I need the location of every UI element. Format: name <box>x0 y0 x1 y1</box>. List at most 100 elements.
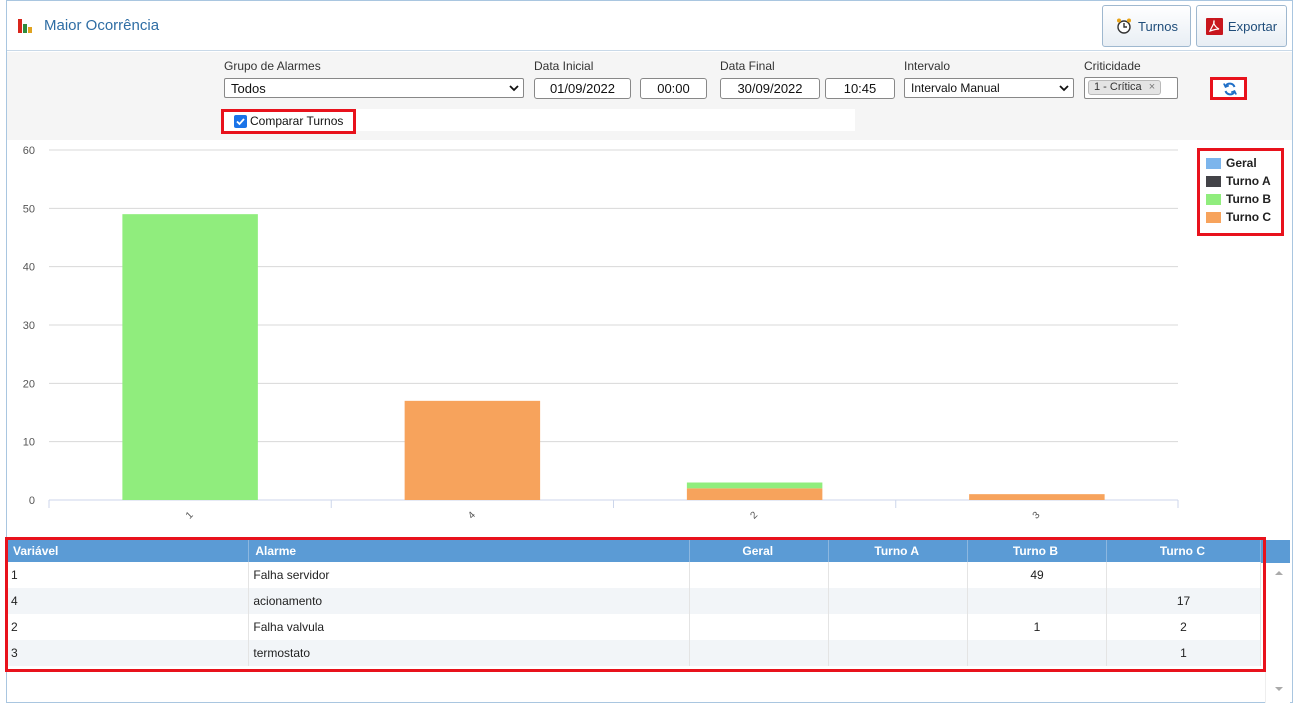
cell-turno-c: 2 <box>1106 614 1261 640</box>
data-inicial-time-input[interactable]: 00:00 <box>640 78 707 99</box>
comparar-turnos-toggle[interactable]: Comparar Turnos <box>221 109 356 134</box>
chip-label: 1 - Crítica <box>1094 81 1142 93</box>
comparar-label: Comparar Turnos <box>250 114 344 128</box>
col-geral[interactable]: Geral <box>689 540 830 562</box>
table-row[interactable]: 2 Falha valvula 1 2 <box>7 614 1261 640</box>
cell-geral <box>689 640 830 666</box>
cell-alarme: Falha servidor <box>248 562 691 588</box>
bar-turno-c <box>404 400 541 500</box>
col-turno-b[interactable]: Turno B <box>967 540 1107 562</box>
y-tick-label: 20 <box>23 378 35 390</box>
cell-turno-a <box>828 614 969 640</box>
data-final-time-input[interactable]: 10:45 <box>825 78 895 99</box>
bar-chart-icon <box>18 19 32 33</box>
legend-turno-b[interactable]: Turno B <box>1226 192 1271 206</box>
comparar-row-bg <box>355 109 855 131</box>
legend-swatch-turno-c <box>1206 212 1221 223</box>
results-table-wrap: Variável Alarme Geral Turno A Turno B Tu… <box>5 537 1290 703</box>
intervalo-value: Intervalo Manual <box>911 81 1000 95</box>
legend-swatch-geral <box>1206 158 1221 169</box>
chart-area: 60 50 40 30 20 10 0 1 4 2 3 Geral Turno A Turno B … <box>7 140 1292 535</box>
cell-turno-a <box>828 640 969 666</box>
header-scroll-gap <box>1261 540 1290 563</box>
scroll-up-icon[interactable] <box>1274 569 1284 577</box>
chevron-down-icon <box>1059 85 1069 92</box>
cell-turno-c: 1 <box>1106 640 1261 666</box>
table-row[interactable]: 3 termostato 1 <box>7 640 1261 666</box>
cell-turno-c: 17 <box>1106 588 1261 614</box>
turnos-label: Turnos <box>1138 18 1178 34</box>
results-table: Variável Alarme Geral Turno A Turno B Tu… <box>7 540 1261 666</box>
criticidade-label: Criticidade <box>1084 59 1141 73</box>
bar-turno-b <box>122 214 258 500</box>
col-turno-a[interactable]: Turno A <box>828 540 969 562</box>
alarm-clock-icon <box>1117 18 1131 34</box>
legend-swatch-turno-b <box>1206 194 1221 205</box>
y-tick-label: 30 <box>23 320 35 332</box>
chip-remove-icon[interactable]: × <box>1149 81 1155 93</box>
pdf-icon <box>1205 17 1223 35</box>
col-alarme[interactable]: Alarme <box>248 540 691 562</box>
cell-turno-b <box>967 640 1107 666</box>
y-tick-label: 50 <box>23 203 35 215</box>
chart-legend: Geral Turno A Turno B Turno C <box>1197 148 1284 236</box>
cell-geral <box>689 562 830 588</box>
chevron-down-icon <box>509 85 519 92</box>
x-tick-label: 4 <box>466 509 478 521</box>
cell-turno-a <box>828 588 969 614</box>
data-inicial-date-input[interactable]: 01/09/2022 <box>534 78 631 99</box>
cell-turno-c <box>1106 562 1261 588</box>
cell-variavel: 1 <box>7 562 250 588</box>
y-tick-label: 10 <box>23 437 35 449</box>
y-tick-label: 40 <box>23 262 35 274</box>
cell-alarme: acionamento <box>248 588 691 614</box>
cell-turno-b: 49 <box>967 562 1107 588</box>
cell-alarme: Falha valvula <box>248 614 691 640</box>
panel-header: Maior Ocorrência Turnos Exportar <box>7 1 1292 51</box>
cell-geral <box>689 588 830 614</box>
refresh-button[interactable] <box>1210 77 1247 100</box>
y-tick-label: 0 <box>29 495 35 507</box>
y-tick-label: 60 <box>23 145 35 157</box>
data-final-date-input[interactable]: 30/09/2022 <box>720 78 820 99</box>
grupo-select[interactable]: Todos <box>224 78 524 98</box>
checkbox-checked-icon[interactable] <box>234 115 247 128</box>
refresh-icon <box>1223 82 1237 96</box>
turnos-button[interactable]: Turnos <box>1102 5 1191 47</box>
bar-turno-c <box>686 488 823 500</box>
legend-swatch-turno-a <box>1206 176 1221 187</box>
exportar-label: Exportar <box>1227 18 1278 34</box>
intervalo-select[interactable]: Intervalo Manual <box>904 78 1074 98</box>
report-panel: Maior Ocorrência Turnos Exportar Grupo d… <box>5 0 1293 703</box>
cell-variavel: 3 <box>7 640 250 666</box>
col-variavel[interactable]: Variável <box>7 540 250 562</box>
legend-turno-a[interactable]: Turno A <box>1226 174 1271 188</box>
cell-variavel: 2 <box>7 614 250 640</box>
scroll-down-icon[interactable] <box>1274 685 1284 693</box>
legend-turno-c[interactable]: Turno C <box>1226 210 1271 224</box>
intervalo-label: Intervalo <box>904 59 951 73</box>
criticidade-chip[interactable]: 1 - Crítica × <box>1088 80 1162 95</box>
grupo-label: Grupo de Alarmes <box>224 59 321 73</box>
table-header-row: Variável Alarme Geral Turno A Turno B Tu… <box>7 540 1261 562</box>
x-tick-label: 1 <box>184 509 196 521</box>
cell-geral <box>689 614 830 640</box>
cell-turno-b: 1 <box>967 614 1107 640</box>
x-tick-label: 3 <box>1031 509 1043 521</box>
table-row[interactable]: 4 acionamento 17 <box>7 588 1261 614</box>
table-scrollbar[interactable] <box>1265 563 1290 703</box>
page-title: Maior Ocorrência <box>44 17 160 34</box>
x-tick-label: 2 <box>748 509 760 521</box>
bar-turno-c <box>969 494 1105 500</box>
cell-alarme: termostato <box>248 640 691 666</box>
col-turno-c[interactable]: Turno C <box>1106 540 1261 562</box>
bar-turno-b <box>686 482 823 489</box>
cell-turno-a <box>828 562 969 588</box>
grupo-value: Todos <box>231 81 266 96</box>
table-row[interactable]: 1 Falha servidor 49 <box>7 562 1261 588</box>
exportar-button[interactable]: Exportar <box>1196 5 1287 47</box>
cell-variavel: 4 <box>7 588 250 614</box>
cell-turno-b <box>967 588 1107 614</box>
legend-geral[interactable]: Geral <box>1226 156 1257 170</box>
data-final-label: Data Final <box>720 59 775 73</box>
